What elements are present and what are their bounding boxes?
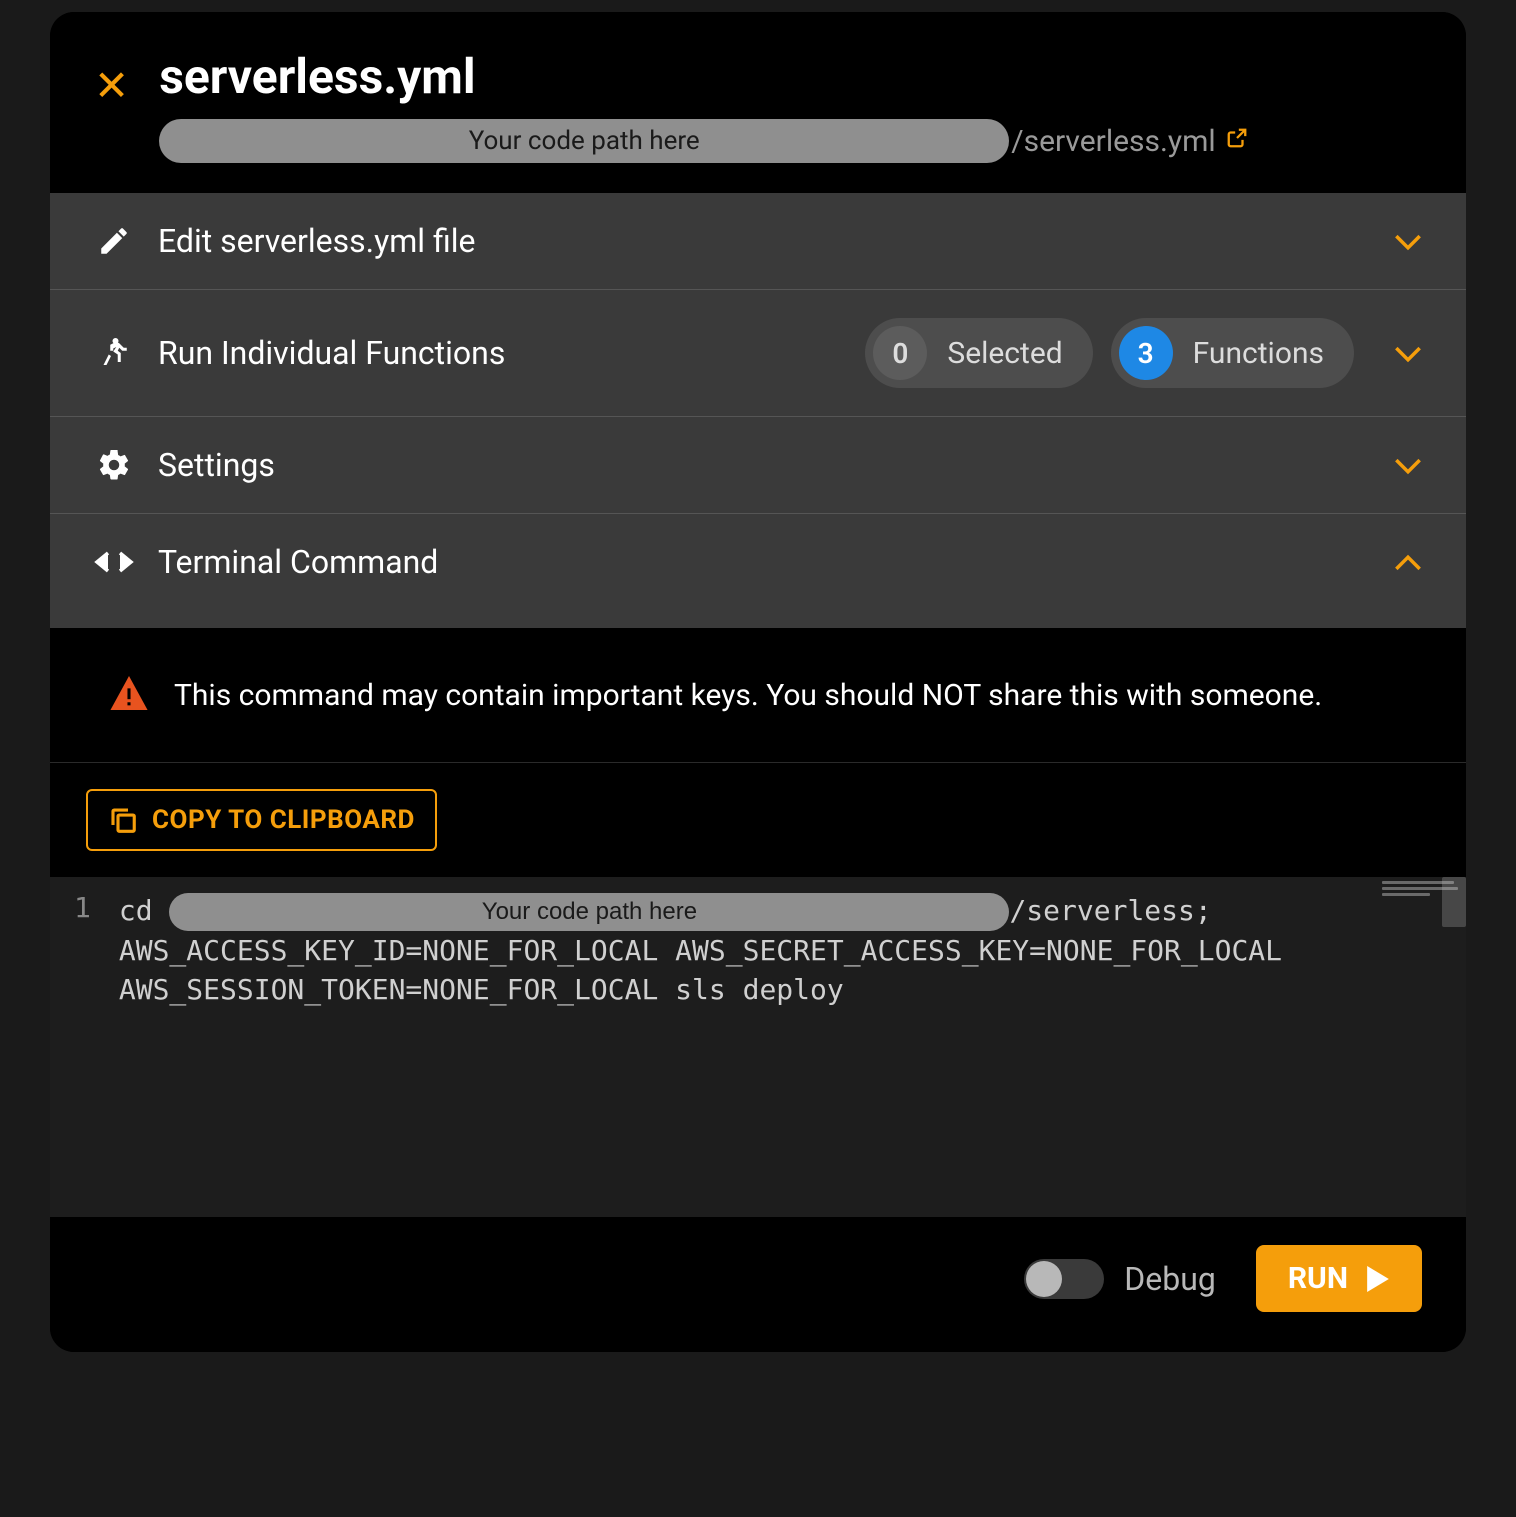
functions-pill[interactable]: 3 Functions <box>1111 318 1354 388</box>
section-settings-title: Settings <box>158 446 1370 484</box>
section-run-functions-header[interactable]: Run Individual Functions 0 Selected 3 Fu… <box>50 290 1466 416</box>
code-path-mask-inline: Your code path here <box>169 893 1009 931</box>
functions-count-badge: 3 <box>1119 326 1173 380</box>
section-run-functions-title: Run Individual Functions <box>158 334 841 372</box>
chevron-down-icon <box>1394 337 1422 370</box>
gear-icon <box>94 445 134 485</box>
selected-count-badge: 0 <box>873 326 927 380</box>
chevron-up-icon <box>1394 546 1422 579</box>
path-row: Your code path here /serverless.yml <box>159 119 1422 163</box>
section-run-functions: Run Individual Functions 0 Selected 3 Fu… <box>50 290 1466 417</box>
copy-button-label: COPY TO CLIPBOARD <box>152 805 415 835</box>
section-terminal: Terminal Command <box>50 514 1466 628</box>
minimap-scrollbar[interactable] <box>1442 877 1466 927</box>
run-button[interactable]: RUN <box>1256 1245 1422 1312</box>
code-line-3: AWS_SESSION_TOKEN=NONE_FOR_LOCAL sls dep… <box>119 970 1358 1009</box>
chevron-down-icon <box>1394 225 1422 258</box>
path-tail: /serverless.yml <box>1011 124 1216 159</box>
run-button-label: RUN <box>1288 1261 1348 1296</box>
line-number: 1 <box>74 891 91 924</box>
warning-text: This command may contain important keys.… <box>174 678 1322 713</box>
debug-toggle-group: Debug <box>1024 1259 1216 1299</box>
dialog-header: ✕ serverless.yml Your code path here /se… <box>50 12 1466 193</box>
warning-bar: This command may contain important keys.… <box>50 628 1466 763</box>
external-link-icon[interactable] <box>1226 127 1248 155</box>
code-editor[interactable]: 1 cd Your code path here/serverless; AWS… <box>50 877 1466 1217</box>
code-line-2: AWS_ACCESS_KEY_ID=NONE_FOR_LOCAL AWS_SEC… <box>119 931 1358 970</box>
pill-group: 0 Selected 3 Functions <box>865 318 1354 388</box>
section-edit: Edit serverless.yml file <box>50 193 1466 290</box>
editor-minimap[interactable] <box>1378 877 1466 1217</box>
close-icon[interactable]: ✕ <box>94 66 129 108</box>
section-terminal-title: Terminal Command <box>158 543 1370 581</box>
pencil-icon <box>94 221 134 261</box>
section-edit-title: Edit serverless.yml file <box>158 222 1370 260</box>
section-terminal-header[interactable]: Terminal Command <box>50 514 1466 628</box>
functions-label: Functions <box>1193 336 1324 371</box>
warning-icon <box>110 676 148 714</box>
copy-bar: COPY TO CLIPBOARD <box>50 763 1466 877</box>
dialog-card: ✕ serverless.yml Your code path here /se… <box>50 12 1466 1352</box>
section-settings: Settings <box>50 417 1466 514</box>
code-path-mask: Your code path here <box>159 119 1009 163</box>
chevron-down-icon <box>1394 449 1422 482</box>
line-gutter: 1 <box>50 877 119 1217</box>
section-edit-header[interactable]: Edit serverless.yml file <box>50 193 1466 289</box>
toggle-knob <box>1026 1261 1062 1297</box>
page-title: serverless.yml <box>159 48 1422 105</box>
header-text-block: serverless.yml Your code path here /serv… <box>159 48 1422 163</box>
run-person-icon <box>94 333 134 373</box>
code-icon <box>94 542 134 582</box>
play-icon <box>1366 1266 1390 1292</box>
code-content: cd Your code path here/serverless; AWS_A… <box>119 877 1378 1217</box>
selected-pill[interactable]: 0 Selected <box>865 318 1092 388</box>
selected-label: Selected <box>947 336 1062 371</box>
dialog-footer: Debug RUN <box>50 1217 1466 1352</box>
section-settings-header[interactable]: Settings <box>50 417 1466 513</box>
debug-toggle[interactable] <box>1024 1259 1104 1299</box>
copy-to-clipboard-button[interactable]: COPY TO CLIPBOARD <box>86 789 437 851</box>
code-line-1: cd Your code path here/serverless; <box>119 891 1358 931</box>
debug-label: Debug <box>1124 1260 1216 1298</box>
